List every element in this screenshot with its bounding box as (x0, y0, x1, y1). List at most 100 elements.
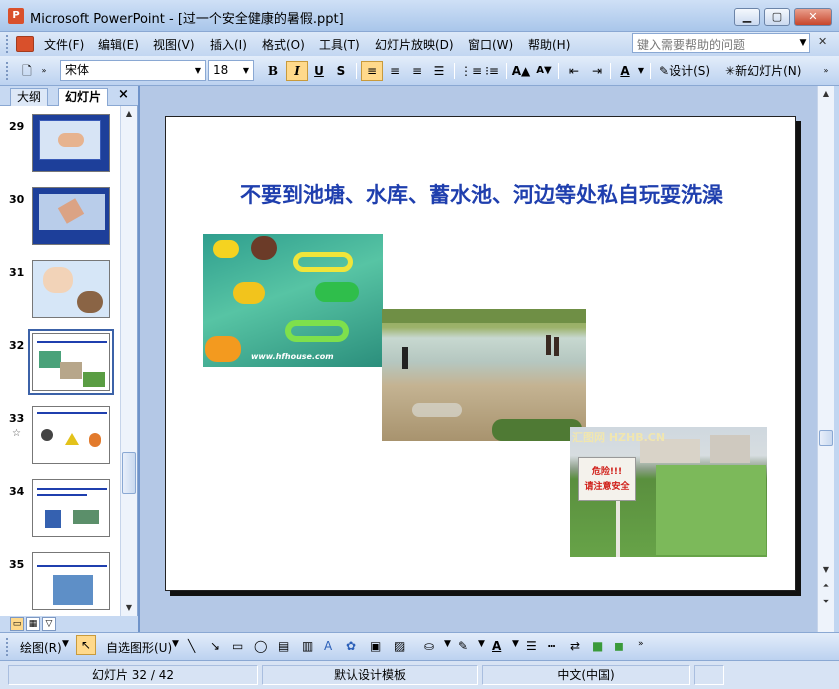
menu-slideshow[interactable]: 幻灯片放映(D) (375, 36, 454, 53)
slide-title[interactable]: 不要到池塘、水库、蓄水池、河边等处私自玩耍洗澡 (166, 179, 797, 209)
menu-window[interactable]: 窗口(W) (468, 36, 513, 53)
insert-picture-icon[interactable]: ▨ (394, 639, 405, 653)
menu-view[interactable]: 视图(V) (153, 36, 195, 53)
toolbar-grip[interactable] (6, 62, 10, 80)
fill-color-icon[interactable]: ⛀ (424, 639, 434, 653)
menu-insert[interactable]: 插入(I) (210, 36, 247, 53)
scrollbar-thumb[interactable] (819, 430, 833, 446)
underline-button[interactable]: U (308, 61, 330, 81)
status-design-template[interactable]: 默认设计模板 (262, 665, 478, 685)
close-button[interactable]: ✕ (794, 8, 832, 26)
shadow-button[interactable]: S (330, 61, 352, 81)
select-objects-icon[interactable]: ↖ (76, 635, 96, 655)
align-left-icon[interactable]: ≡ (361, 61, 383, 81)
3d-style-icon[interactable]: ◼ (614, 639, 624, 653)
autoshapes-button[interactable]: 自选图形(U) (106, 639, 172, 656)
doc-close-icon[interactable]: ✕ (818, 35, 827, 48)
line-tool-icon[interactable]: ╲ (188, 639, 195, 653)
slide-thumbnail-32[interactable]: 32 (0, 329, 120, 395)
normal-view-icon[interactable]: ▭ (10, 617, 24, 631)
diagram-icon[interactable]: ✿ (346, 639, 356, 653)
scroll-up-icon[interactable]: ▲ (121, 106, 137, 122)
align-right-icon[interactable]: ≡ (406, 61, 428, 81)
wordart-icon[interactable]: A (324, 639, 332, 653)
tab-slides[interactable]: 幻灯片 (58, 88, 109, 106)
slide-thumbnail-29[interactable]: 29 (0, 114, 120, 176)
design-button[interactable]: ✎设计(S) (656, 61, 718, 81)
slide-canvas[interactable]: 不要到池塘、水库、蓄水池、河边等处私自玩耍洗澡 www.hfhouse.com (165, 116, 796, 591)
align-center-icon[interactable]: ≡ (384, 61, 406, 81)
font-size-select[interactable]: 18 ▼ (208, 60, 254, 81)
vertical-textbox-icon[interactable]: ▥ (302, 639, 313, 653)
help-dropdown-icon[interactable]: ▼ (796, 35, 810, 51)
chevron-down-icon[interactable]: ▼ (512, 639, 519, 649)
slide-thumbnail-35[interactable]: 35 (0, 552, 120, 614)
chevron-down-icon[interactable]: ▼ (240, 62, 252, 79)
chevron-down-icon[interactable]: ▼ (478, 639, 485, 649)
menu-tools[interactable]: 工具(T) (319, 36, 360, 53)
menu-format[interactable]: 格式(O) (262, 36, 305, 53)
italic-button[interactable]: I (286, 61, 308, 81)
clipart-icon[interactable]: ▣ (370, 639, 381, 653)
tab-outline[interactable]: 大纲 (10, 88, 49, 106)
toolbar-options-icon[interactable]: » (638, 639, 644, 649)
toolbar-options-icon[interactable]: » (38, 61, 50, 81)
increase-font-size-icon[interactable]: A▲ (510, 61, 532, 81)
justify-icon[interactable]: ☰ (428, 61, 450, 81)
numbering-icon[interactable]: ⋮≡ (459, 61, 482, 81)
slide-preview[interactable] (32, 552, 110, 610)
workspace-scrollbar[interactable]: ▲ ▼ ⏶ ⏷ (817, 86, 834, 632)
slide-thumbnail-31[interactable]: 31 (0, 260, 120, 322)
chevron-down-icon[interactable]: ▼ (192, 62, 204, 79)
oval-tool-icon[interactable]: ◯ (254, 639, 267, 653)
maximize-button[interactable]: ▢ (764, 8, 790, 26)
shadow-style-icon[interactable]: ■ (592, 639, 603, 653)
thumbnail-scrollbar[interactable]: ▲ ▼ (120, 106, 137, 616)
document-icon[interactable] (16, 36, 34, 52)
rectangle-tool-icon[interactable]: ▭ (232, 639, 243, 653)
warning-sign-photo[interactable]: 汇图网 HZHB.CN 危险!!! 请注意安全 (570, 427, 767, 557)
textbox-icon[interactable]: ▤ (278, 639, 289, 653)
scroll-up-icon[interactable]: ▲ (818, 86, 834, 102)
menu-file[interactable]: 文件(F) (44, 36, 84, 53)
chevron-down-icon[interactable]: ▼ (444, 639, 451, 649)
slide-preview[interactable] (32, 260, 110, 318)
slide-preview[interactable] (32, 479, 110, 537)
slide-thumbnail-33[interactable]: 33 ☆ (0, 406, 120, 468)
toolbar-options-icon[interactable]: » (820, 61, 832, 81)
slide-preview[interactable] (32, 114, 110, 172)
scrollbar-thumb[interactable] (122, 452, 136, 494)
swimming-children-photo[interactable]: www.hfhouse.com (203, 234, 383, 367)
increase-indent-icon[interactable]: ⇥ (586, 61, 608, 81)
slide-preview[interactable] (32, 406, 110, 464)
help-search-input[interactable]: 键入需要帮助的问题 (632, 33, 810, 53)
slide-sorter-view-icon[interactable]: ▦ (26, 617, 40, 631)
slide-thumbnail-34[interactable]: 34 (0, 479, 120, 541)
slide-thumbnail-30[interactable]: 30 (0, 187, 120, 249)
font-color-icon[interactable]: A (614, 61, 636, 81)
font-color-icon[interactable]: A (492, 639, 501, 653)
font-name-select[interactable]: 宋体 ▼ (60, 60, 206, 81)
new-slide-button[interactable]: ✳新幻灯片(N) (722, 61, 810, 81)
decrease-font-size-icon[interactable]: A▼ (533, 61, 555, 81)
minimize-button[interactable]: ▁ (734, 8, 760, 26)
menu-help[interactable]: 帮助(H) (528, 36, 570, 53)
menu-grip[interactable] (6, 35, 10, 53)
line-color-icon[interactable]: ✎ (458, 639, 468, 653)
scroll-down-icon[interactable]: ▼ (121, 600, 137, 616)
bullets-icon[interactable]: ⁝≡ (481, 61, 503, 81)
new-document-icon[interactable]: 🗋 (16, 61, 38, 81)
close-pane-icon[interactable]: × (118, 87, 129, 102)
menu-edit[interactable]: 编辑(E) (98, 36, 139, 53)
toolbar-grip[interactable] (6, 638, 10, 656)
previous-slide-icon[interactable]: ⏶ (818, 578, 834, 594)
powerpoint-app-icon[interactable]: P (8, 8, 24, 24)
riverbank-photo[interactable] (382, 309, 586, 441)
decrease-indent-icon[interactable]: ⇤ (563, 61, 585, 81)
slide-preview[interactable] (32, 187, 110, 245)
chevron-down-icon[interactable]: ▼ (172, 639, 179, 649)
arrow-style-icon[interactable]: ⇄ (570, 639, 580, 653)
slide-preview-selected[interactable] (28, 329, 114, 395)
draw-menu-button[interactable]: 绘图(R) (20, 639, 62, 656)
font-color-dropdown-icon[interactable]: ▼ (636, 61, 646, 81)
